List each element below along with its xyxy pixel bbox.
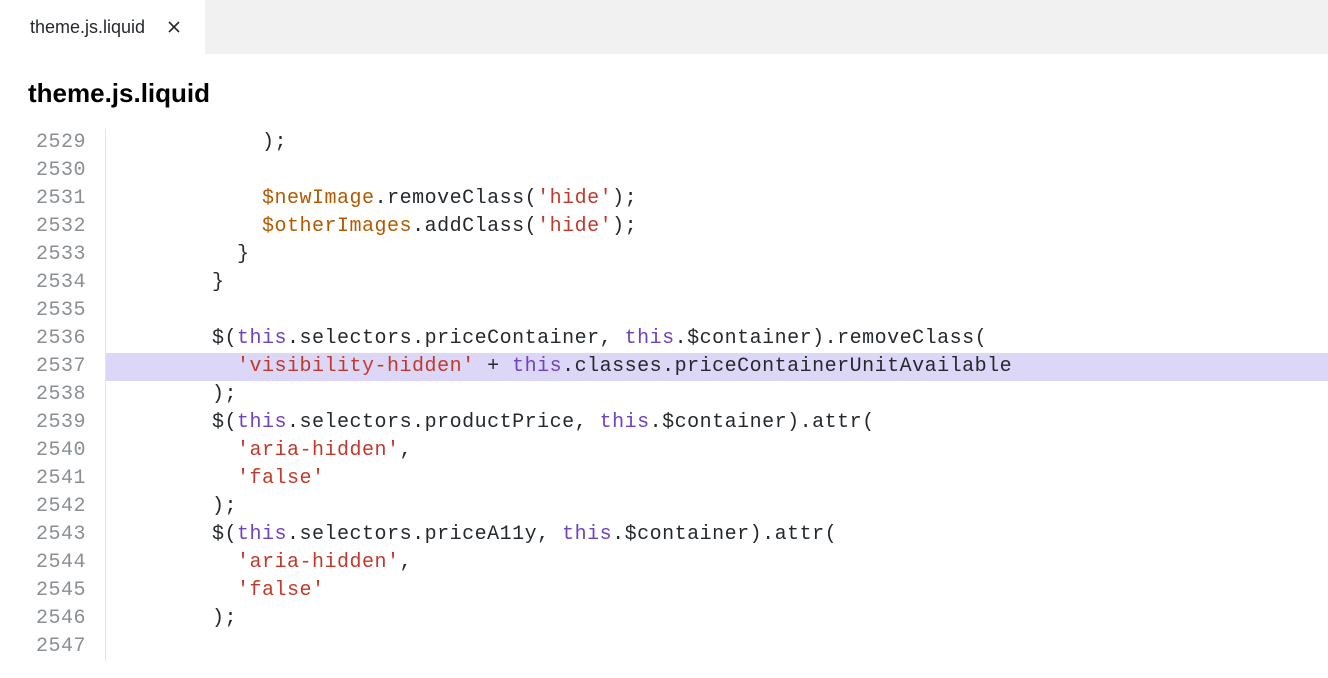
line-number: 2545 — [0, 577, 86, 605]
code-line[interactable]: 'visibility-hidden' + this.classes.price… — [106, 353, 1328, 381]
token: this — [562, 523, 612, 546]
tab-label: theme.js.liquid — [30, 17, 145, 38]
token: , — [400, 439, 413, 462]
token: $( — [212, 523, 237, 546]
tab-theme-js-liquid[interactable]: theme.js.liquid — [0, 0, 205, 54]
tab-bar-empty-area — [205, 0, 1328, 54]
code-line[interactable]: } — [106, 241, 1328, 269]
token: this — [600, 411, 650, 434]
token: .selectors.priceA11y, — [287, 523, 562, 546]
token: 'hide' — [537, 215, 612, 238]
token: ( — [525, 187, 538, 210]
code-line[interactable]: } — [106, 269, 1328, 297]
token: $( — [212, 411, 237, 434]
line-number: 2544 — [0, 549, 86, 577]
token: } — [212, 271, 225, 294]
code-line[interactable]: $(this.selectors.productPrice, this.$con… — [106, 409, 1328, 437]
code-line[interactable]: $otherImages.addClass('hide'); — [106, 213, 1328, 241]
line-number: 2533 — [0, 241, 86, 269]
code-line[interactable]: ); — [106, 381, 1328, 409]
code-line[interactable]: $(this.selectors.priceContainer, this.$c… — [106, 325, 1328, 353]
token: , — [400, 551, 413, 574]
line-number: 2547 — [0, 633, 86, 661]
file-header: theme.js.liquid — [0, 54, 1328, 129]
code-line[interactable]: ); — [106, 605, 1328, 633]
token: removeClass — [387, 187, 525, 210]
line-number: 2539 — [0, 409, 86, 437]
line-number: 2541 — [0, 465, 86, 493]
line-number: 2537 — [0, 353, 86, 381]
token: $( — [212, 327, 237, 350]
token: ); — [262, 131, 287, 154]
token: } — [237, 243, 250, 266]
token: . — [412, 215, 425, 238]
token: . — [375, 187, 388, 210]
line-number: 2532 — [0, 213, 86, 241]
code-line[interactable]: 'false' — [106, 577, 1328, 605]
token: .$container).removeClass( — [675, 327, 988, 350]
token: addClass — [425, 215, 525, 238]
token: 'aria-hidden' — [237, 439, 400, 462]
code-line[interactable] — [106, 157, 1328, 185]
line-number: 2546 — [0, 605, 86, 633]
token: ); — [612, 215, 637, 238]
token: 'aria-hidden' — [237, 551, 400, 574]
line-number: 2540 — [0, 437, 86, 465]
line-number: 2543 — [0, 521, 86, 549]
token: ); — [212, 383, 237, 406]
token: 'hide' — [537, 187, 612, 210]
token: $newImage — [262, 187, 375, 210]
code-line[interactable]: 'false' — [106, 465, 1328, 493]
token: .selectors.priceContainer, — [287, 327, 625, 350]
code-content[interactable]: ); $newImage.removeClass('hide'); $other… — [106, 129, 1328, 661]
code-line[interactable]: $(this.selectors.priceA11y, this.$contai… — [106, 521, 1328, 549]
token: 'visibility-hidden' — [237, 355, 475, 378]
tab-bar: theme.js.liquid — [0, 0, 1328, 54]
code-line[interactable] — [106, 633, 1328, 661]
line-number: 2536 — [0, 325, 86, 353]
token: 'false' — [237, 579, 325, 602]
token: this — [237, 327, 287, 350]
token: .$container).attr( — [650, 411, 875, 434]
line-number: 2538 — [0, 381, 86, 409]
token: .classes.priceContainerUnitAvailable — [562, 355, 1012, 378]
line-number-gutter: 2529253025312532253325342535253625372538… — [0, 129, 88, 661]
token: 'false' — [237, 467, 325, 490]
token: ( — [525, 215, 538, 238]
code-line[interactable] — [106, 297, 1328, 325]
line-number: 2534 — [0, 269, 86, 297]
token: $otherImages — [262, 215, 412, 238]
line-number: 2531 — [0, 185, 86, 213]
fold-strip — [88, 129, 106, 661]
line-number: 2529 — [0, 129, 86, 157]
code-line[interactable]: ); — [106, 129, 1328, 157]
code-line[interactable]: ); — [106, 493, 1328, 521]
token: ); — [212, 607, 237, 630]
code-editor[interactable]: 2529253025312532253325342535253625372538… — [0, 129, 1328, 661]
close-icon[interactable] — [165, 18, 183, 36]
token: this — [237, 523, 287, 546]
token: ); — [612, 187, 637, 210]
token: + — [475, 355, 513, 378]
file-name: theme.js.liquid — [28, 78, 210, 108]
code-line[interactable]: 'aria-hidden', — [106, 437, 1328, 465]
token: .$container).attr( — [612, 523, 837, 546]
line-number: 2535 — [0, 297, 86, 325]
code-line[interactable]: 'aria-hidden', — [106, 549, 1328, 577]
token: this — [237, 411, 287, 434]
line-number: 2542 — [0, 493, 86, 521]
token: this — [512, 355, 562, 378]
line-number: 2530 — [0, 157, 86, 185]
code-line[interactable]: $newImage.removeClass('hide'); — [106, 185, 1328, 213]
token: this — [625, 327, 675, 350]
token: ); — [212, 495, 237, 518]
token: .selectors.productPrice, — [287, 411, 600, 434]
